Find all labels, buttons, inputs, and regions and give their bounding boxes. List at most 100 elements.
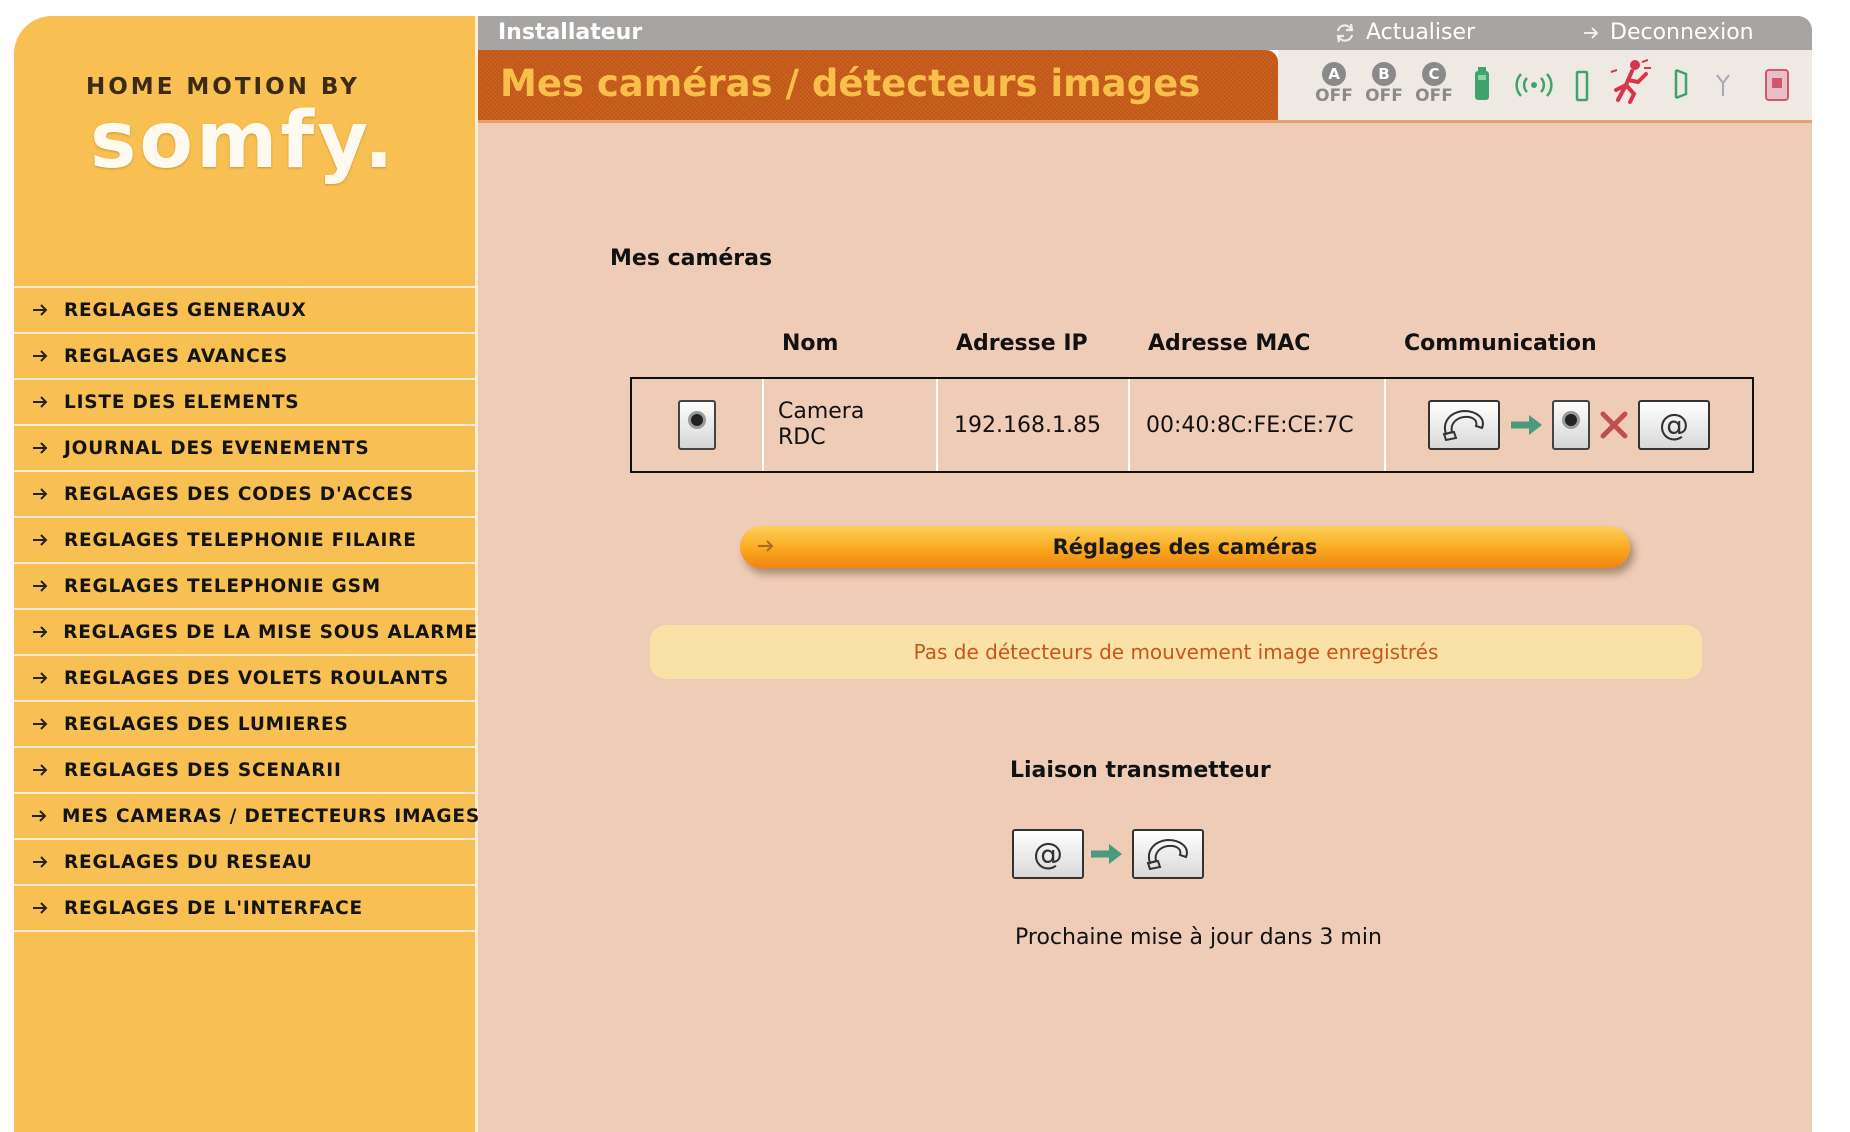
camera-settings-label: Réglages des caméras: [1052, 535, 1318, 559]
title-banner: Mes caméras / détecteurs images: [478, 50, 1278, 120]
zone-a-state: OFF: [1315, 86, 1353, 106]
camera-settings-button[interactable]: Réglages des caméras: [740, 526, 1630, 568]
phone-icon: [1146, 838, 1188, 871]
zone-b-state: OFF: [1365, 86, 1403, 106]
door-open-icon: [1674, 68, 1688, 100]
sidebar-item-journal-des-evenements[interactable]: JOURNAL DES EVENEMENTS: [14, 426, 478, 472]
radio-signal-icon: [1515, 73, 1553, 97]
arrow-right-icon: [30, 484, 50, 504]
logo-brand: somfy.: [90, 96, 397, 186]
zone-b-letter: B: [1372, 62, 1396, 86]
refresh-link[interactable]: Actualiser: [1334, 20, 1475, 45]
sidebar-item-label: JOURNAL DES EVENEMENTS: [64, 437, 370, 459]
no-motion-detectors-notice: Pas de détecteurs de mouvement image enr…: [650, 625, 1702, 679]
camera-icon: [678, 400, 716, 450]
zone-c-letter: C: [1422, 62, 1446, 86]
arrow-right-icon: [30, 576, 50, 596]
antenna-icon: [1716, 74, 1730, 96]
sidebar-item-label: REGLAGES TELEPHONIE FILAIRE: [64, 529, 417, 551]
arrow-right-icon: [30, 438, 50, 458]
sidebar-item-reglages-des-lumieres[interactable]: REGLAGES DES LUMIERES: [14, 702, 478, 748]
camera-name-line2: RDC: [778, 425, 826, 450]
sidebar-item-label: REGLAGES DES SCENARII: [64, 759, 342, 781]
arrow-right-icon: [30, 806, 48, 826]
sidebar-item-label: REGLAGES DES CODES D'ACCES: [64, 483, 414, 505]
sidebar-item-label: REGLAGES DU RESEAU: [64, 851, 313, 873]
disconnected-icon: [1600, 411, 1628, 439]
intrusion-alert-icon: [1610, 59, 1651, 104]
arrow-right-icon: [30, 392, 50, 412]
arrow-right-icon: [30, 622, 49, 642]
sidebar-item-label: REGLAGES DE L'INTERFACE: [64, 897, 363, 919]
camera-device-icon: [1552, 400, 1590, 450]
refresh-icon: [1336, 23, 1354, 42]
sidebar-item-label: REGLAGES GENERAUX: [64, 299, 307, 321]
sidebar-item-reglages-des-volets-roulants[interactable]: REGLAGES DES VOLETS ROULANTS: [14, 656, 478, 702]
camera-icon-cell: [632, 379, 764, 471]
page-title: Mes caméras / détecteurs images: [500, 62, 1201, 105]
arrow-right-icon: [30, 852, 50, 872]
column-header-ip: Adresse IP: [956, 331, 1088, 356]
camera-mac: 00:40:8C:FE:CE:7C: [1146, 412, 1354, 438]
status-bar: A OFF B OFF C OFF: [1278, 50, 1812, 120]
sidebar-item-reglages-de-la-mise-sous-alarme[interactable]: REGLAGES DE LA MISE SOUS ALARME: [14, 610, 478, 656]
camera-ip-cell: 192.168.1.85: [938, 379, 1130, 471]
refresh-label: Actualiser: [1366, 20, 1476, 45]
zone-c-state: OFF: [1415, 86, 1453, 106]
door-sensor-icon: [1575, 70, 1589, 102]
sidebar-item-reglages-generaux[interactable]: REGLAGES GENERAUX: [14, 288, 478, 334]
sidebar-item-reglages-de-l-interface[interactable]: REGLAGES DE L'INTERFACE: [14, 886, 478, 932]
arrow-right-icon: [1584, 26, 1599, 39]
arrow-right-icon: [30, 760, 50, 780]
sidebar-item-reglages-avances[interactable]: REGLAGES AVANCES: [14, 334, 478, 380]
cameras-section-title: Mes caméras: [610, 246, 773, 271]
camera-mac-cell: 00:40:8C:FE:CE:7C: [1130, 379, 1386, 471]
zone-a-status: A OFF: [1314, 62, 1354, 106]
camera-row[interactable]: Camera RDC 192.168.1.85 00:40:8C:FE:CE:7…: [630, 377, 1754, 473]
sidebar-item-label: REGLAGES AVANCES: [64, 345, 289, 367]
top-bar: Installateur Actualiser Deconnexion: [478, 16, 1812, 50]
sidebar-item-reglages-telephonie-gsm[interactable]: REGLAGES TELEPHONIE GSM: [14, 564, 478, 610]
sidebar-item-label: LISTE DES ELEMENTS: [64, 391, 300, 413]
sidebar: HOME MOTION BY somfy. REGLAGES GENERAUX R…: [14, 16, 479, 1132]
green-arrow-icon: [1088, 842, 1124, 866]
sidebar-item-label: REGLAGES DE LA MISE SOUS ALARME: [63, 621, 478, 643]
arrow-right-icon: [30, 346, 50, 366]
transmitter-internet-button[interactable]: @: [1012, 829, 1084, 879]
at-icon: @: [1033, 836, 1063, 872]
arrow-right-icon: [30, 898, 50, 918]
camera-name-cell: Camera RDC: [764, 379, 938, 471]
main-content: Mes caméras Nom Adresse IP Adresse MAC C…: [478, 120, 1812, 1132]
arrow-right-icon: [30, 668, 50, 688]
somfy-logo: HOME MOTION BY somfy.: [14, 16, 478, 266]
camera-ip: 192.168.1.85: [954, 412, 1101, 438]
battery-icon: [1475, 67, 1489, 100]
column-header-name: Nom: [782, 331, 839, 356]
sidebar-menu: REGLAGES GENERAUX REGLAGES AVANCES LISTE D…: [14, 286, 479, 932]
arrow-right-icon: [30, 300, 50, 320]
alarm-panel-icon: [1765, 69, 1789, 101]
camera-name-line1: Camera: [778, 399, 865, 424]
sidebar-item-liste-des-elements[interactable]: LISTE DES ELEMENTS: [14, 380, 478, 426]
sidebar-item-reglages-telephonie-filaire[interactable]: REGLAGES TELEPHONIE FILAIRE: [14, 518, 478, 564]
transmitter-phone-button[interactable]: [1132, 829, 1204, 879]
at-icon: @: [1659, 407, 1689, 443]
sidebar-item-reglages-des-scenarii[interactable]: REGLAGES DES SCENARII: [14, 748, 478, 794]
sidebar-item-label: REGLAGES TELEPHONIE GSM: [64, 575, 381, 597]
internet-button[interactable]: @: [1638, 400, 1710, 450]
zone-a-letter: A: [1322, 62, 1346, 86]
sidebar-item-mes-cameras-detecteurs-images[interactable]: MES CAMERAS / DETECTEURS IMAGES: [14, 794, 479, 840]
phone-icon: [1442, 409, 1484, 442]
column-header-communication: Communication: [1404, 331, 1597, 356]
sidebar-item-reglages-du-reseau[interactable]: REGLAGES DU RESEAU: [14, 840, 478, 886]
logout-label: Deconnexion: [1610, 20, 1754, 45]
arrow-right-icon: [30, 530, 50, 550]
sidebar-item-reglages-des-codes-d-acces[interactable]: REGLAGES DES CODES D'ACCES: [14, 472, 478, 518]
next-update-text: Prochaine mise à jour dans 3 min: [1015, 925, 1382, 950]
logout-link[interactable]: Deconnexion: [1582, 20, 1754, 45]
phone-button[interactable]: [1428, 400, 1500, 450]
green-arrow-icon: [1508, 413, 1544, 437]
app-window: HOME MOTION BY somfy. REGLAGES GENERAUX R…: [0, 0, 1850, 1132]
sidebar-item-label: REGLAGES DES LUMIERES: [64, 713, 349, 735]
transmitter-section-title: Liaison transmetteur: [1010, 758, 1271, 783]
